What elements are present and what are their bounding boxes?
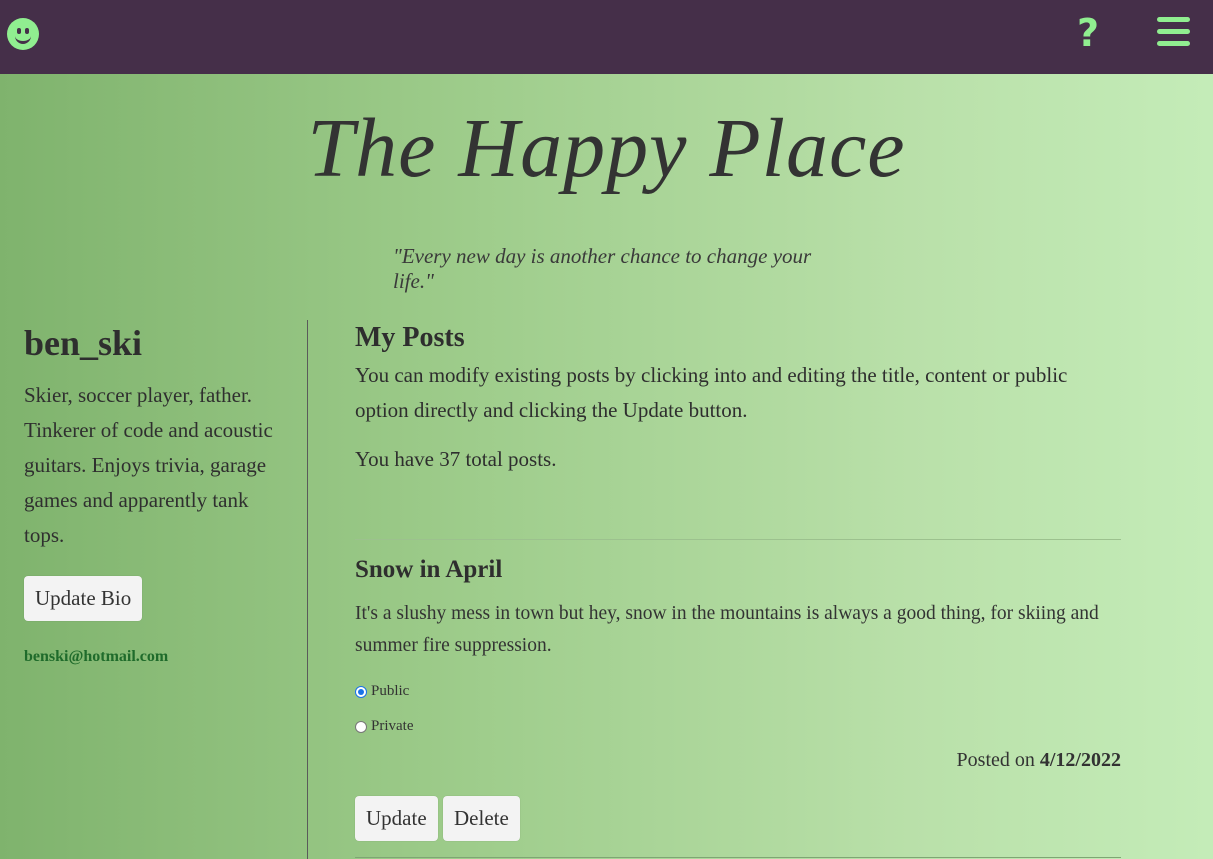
menu-bar	[1157, 41, 1190, 46]
sidebar-divider	[307, 320, 308, 859]
help-icon[interactable]: ?	[1074, 8, 1102, 58]
posts-intro-text: You can modify existing posts by clickin…	[355, 363, 1068, 422]
post-title-field[interactable]: Snow in April	[355, 556, 502, 584]
username: ben_ski	[24, 323, 143, 363]
menu-bar	[1157, 17, 1190, 22]
public-label: Public	[371, 683, 410, 699]
posted-prefix: Posted on	[956, 749, 1035, 771]
post-count-text: You have 37 total posts.	[355, 447, 557, 471]
smiley-face-icon[interactable]	[7, 18, 39, 50]
public-radio-option[interactable]: Public	[355, 681, 409, 701]
profile-sidebar: ben_ski Skier, soccer player, father. Ti…	[24, 320, 284, 665]
my-posts-heading: My Posts	[355, 322, 465, 353]
bio-text: Skier, soccer player, father. Tinkerer o…	[24, 383, 273, 547]
email-link[interactable]: benski@hotmail.com	[24, 648, 168, 666]
public-radio[interactable]	[355, 685, 367, 698]
section-divider	[355, 539, 1121, 540]
hamburger-menu-icon[interactable]	[1157, 17, 1190, 47]
private-label: Private	[371, 718, 414, 734]
posted-date: Posted on 4/12/2022	[957, 749, 1121, 772]
site-quote: "Every new day is another chance to chan…	[393, 244, 812, 293]
top-navbar: ?	[0, 0, 1213, 74]
update-post-button[interactable]: Update	[355, 796, 438, 841]
smiley-mouth	[15, 32, 31, 44]
private-radio[interactable]	[355, 720, 367, 733]
post-divider	[355, 857, 1121, 858]
post-content-field[interactable]: It's a slushy mess in town but hey, snow…	[355, 598, 1121, 662]
private-radio-option[interactable]: Private	[355, 716, 414, 736]
posted-date-value: 4/12/2022	[1039, 749, 1121, 771]
update-bio-button[interactable]: Update Bio	[24, 576, 143, 621]
menu-bar	[1157, 29, 1190, 34]
delete-post-button[interactable]: Delete	[443, 796, 520, 841]
site-title: The Happy Place	[307, 102, 906, 195]
